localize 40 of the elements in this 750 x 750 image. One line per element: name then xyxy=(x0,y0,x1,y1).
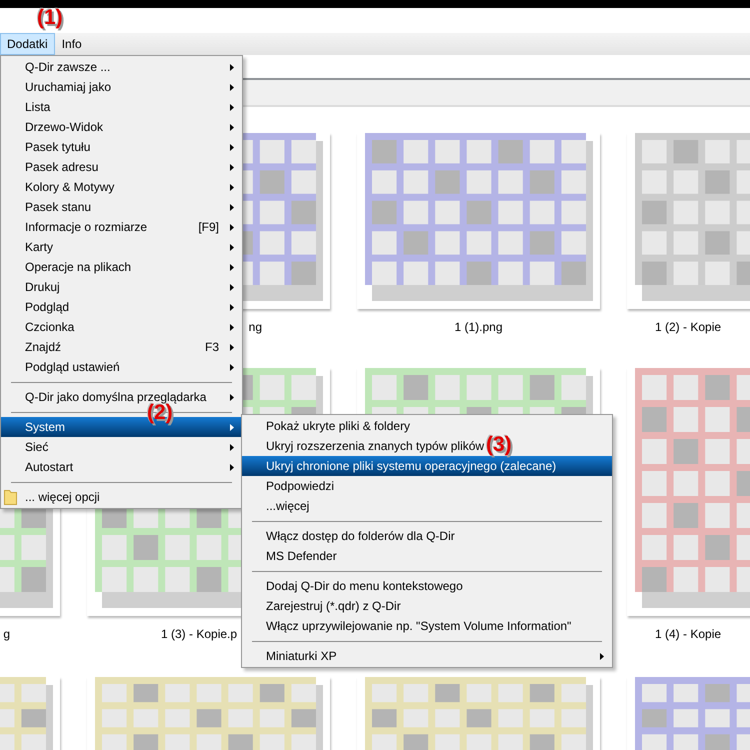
file-name: g xyxy=(3,626,10,643)
menu-item[interactable]: Pasek tytułu xyxy=(1,137,242,157)
menu-item[interactable]: Drzewo-Widok xyxy=(1,117,242,137)
menu-item[interactable]: Czcionka xyxy=(1,317,242,337)
step-marker: (3) xyxy=(486,433,512,457)
menu-item[interactable]: Q-Dir zawsze ... xyxy=(1,57,242,77)
menu-item[interactable]: Zarejestruj (*.qdr) z Q-Dir xyxy=(242,596,409,616)
menu-item[interactable]: Podpowiedzi xyxy=(242,476,342,496)
menu-item[interactable]: MS Defender xyxy=(242,546,345,566)
file-name: 1 (2) - Kopie xyxy=(655,319,722,336)
menu-bar-item[interactable]: Info xyxy=(54,33,89,55)
menu-item[interactable]: Operacje na plikach xyxy=(1,257,242,277)
menu-item[interactable]: ... więcej opcji xyxy=(1,487,108,507)
menu-item[interactable]: Włącz uprzywilejowanie np. "System Volume Information" xyxy=(242,616,580,636)
file-name: 1 (4) - Kopie xyxy=(655,626,722,643)
menu-item[interactable]: Informacje o rozmiarze [F9] xyxy=(1,217,242,237)
menu-item[interactable]: Drukuj xyxy=(1,277,242,297)
folder-icon xyxy=(4,489,17,505)
step-marker: (1) xyxy=(37,6,63,30)
menu-item[interactable]: Ukryj chronione pliki systemu operacyjnego (zalecane) xyxy=(242,456,612,476)
menu-item[interactable]: Dodaj Q-Dir do menu kontekstowego xyxy=(242,576,471,596)
menu-bar-item[interactable]: Dodatki xyxy=(0,33,55,55)
menu-item[interactable]: Pokaż ukryte pliki & foldery xyxy=(242,416,418,436)
menu-item[interactable]: Lista xyxy=(1,97,242,117)
menu-item[interactable]: Karty xyxy=(1,237,242,257)
menu-item[interactable]: Autostart xyxy=(1,457,242,477)
menu-item[interactable]: Znajdź F3 xyxy=(1,337,242,357)
file-name: ng xyxy=(248,319,262,336)
menu-item[interactable]: Włącz dostęp do folderów dla Q-Dir xyxy=(242,526,463,546)
menu-item[interactable]: Pasek stanu xyxy=(1,197,242,217)
menu-item[interactable]: Uruchamiaj jako xyxy=(1,77,242,97)
menu-item[interactable]: Podgląd ustawień xyxy=(1,357,242,377)
menu-item[interactable]: Miniaturki XP xyxy=(242,646,612,666)
file-name: 1 (3) - Kopie.p xyxy=(161,626,238,643)
menu-item[interactable]: Podgląd xyxy=(1,297,242,317)
menu-item[interactable]: Kolory & Motywy xyxy=(1,177,242,197)
menu-item[interactable]: Pasek adresu xyxy=(1,157,242,177)
menu-item[interactable]: ...więcej xyxy=(242,496,318,516)
menu-item[interactable]: Sieć xyxy=(1,437,242,457)
file-name: 1 (1).png xyxy=(454,319,503,336)
